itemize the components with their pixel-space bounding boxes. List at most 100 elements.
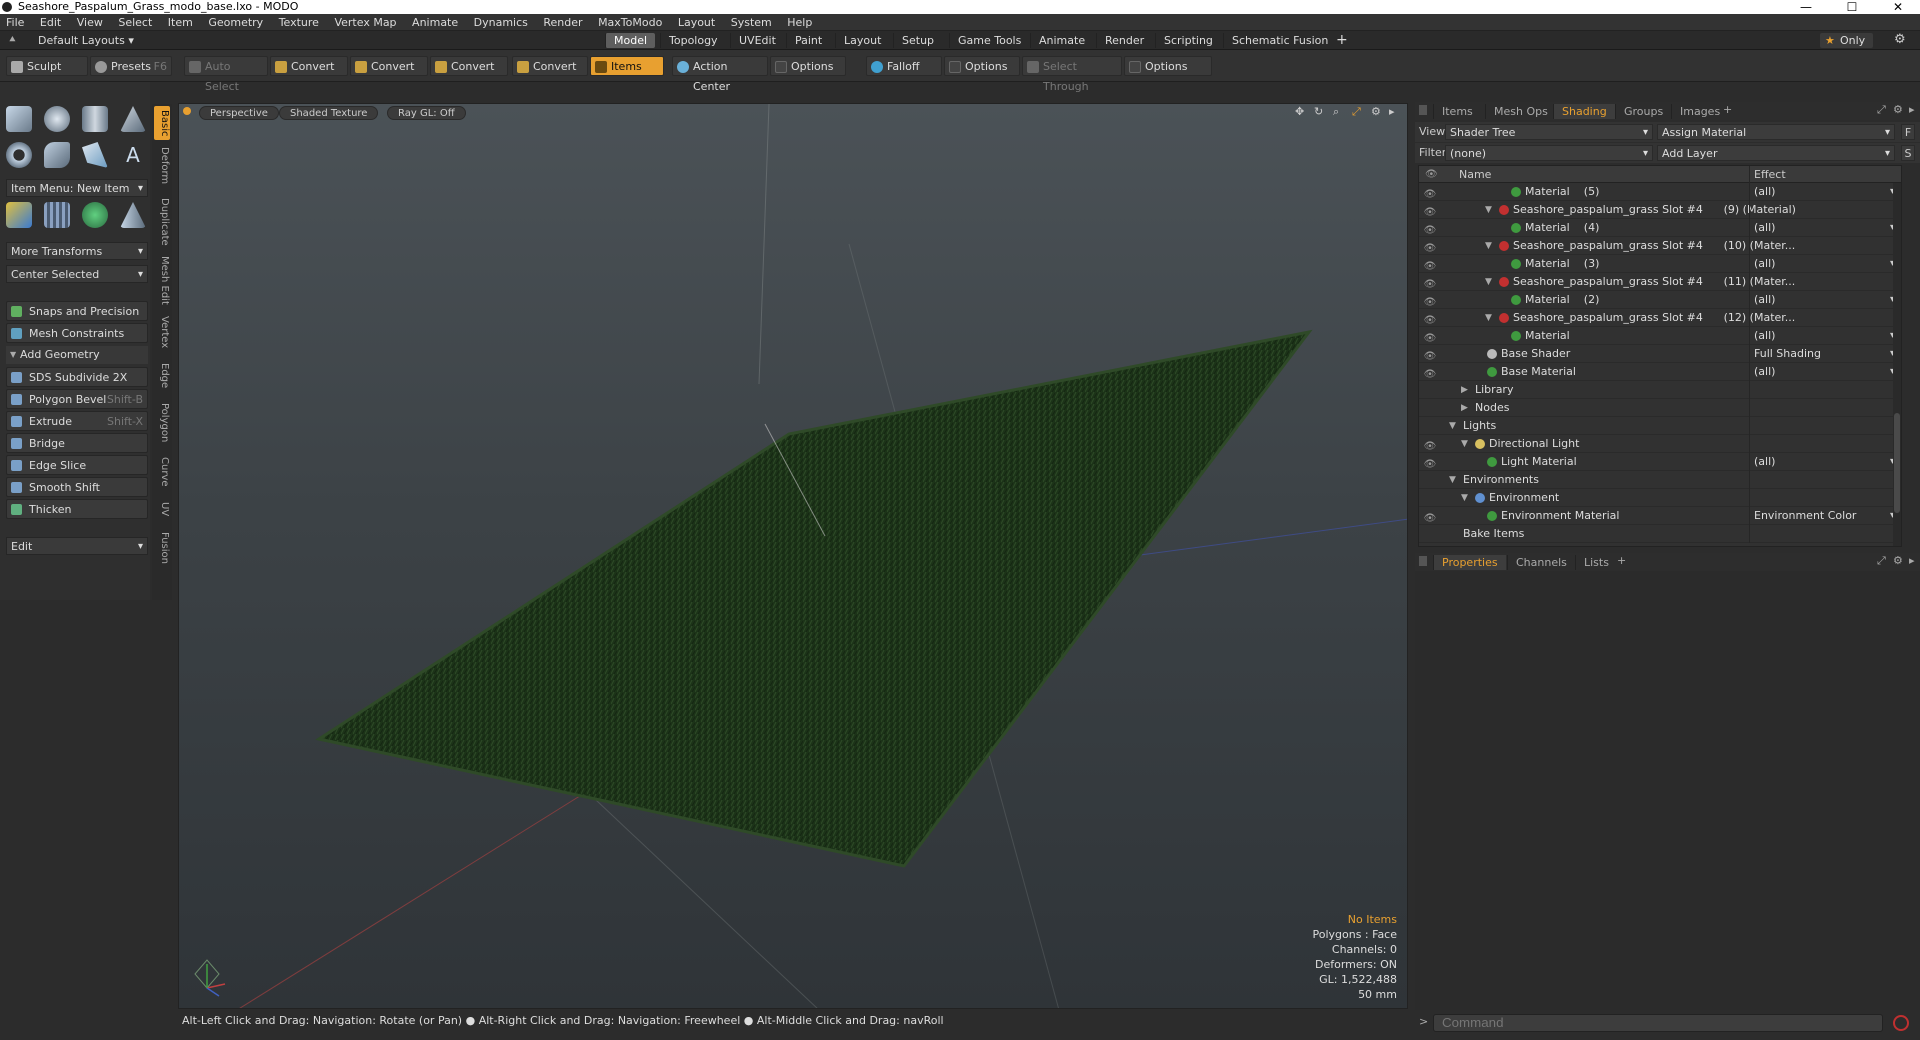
menu-select[interactable]: Select [112, 14, 158, 31]
select-through-button[interactable]: Select Through [1022, 56, 1122, 93]
tab-shading[interactable]: Shading [1553, 104, 1615, 119]
visibility-eye-icon[interactable]: 👁 [1423, 294, 1437, 308]
row-effect[interactable]: (all) [1749, 183, 1899, 201]
visibility-eye-icon[interactable]: 👁 [1423, 330, 1437, 344]
action-center-options-button[interactable]: Options [770, 56, 846, 76]
menu-help[interactable]: Help [781, 14, 818, 31]
row-effect[interactable]: (all) [1749, 453, 1899, 471]
shader-tree-row[interactable]: 👁 Base Material (all) [1419, 363, 1901, 381]
capsule-icon[interactable] [44, 142, 70, 168]
edge-slice-button[interactable]: Edge Slice [6, 455, 148, 475]
convert-button-1[interactable]: Convert [270, 56, 348, 76]
falloff-button[interactable]: Falloff [866, 56, 942, 76]
row-effect[interactable]: (all) [1749, 363, 1899, 381]
tab-properties[interactable]: Properties [1433, 555, 1506, 570]
auto-select-button[interactable]: Auto Select [184, 56, 268, 93]
menu-item[interactable]: Item [162, 14, 199, 31]
shader-tree-row[interactable]: 👁 Material (5) (all) [1419, 183, 1901, 201]
expand-triangle-icon[interactable]: ▶ [1461, 381, 1468, 399]
shader-tree-row[interactable]: ▼ Environments [1419, 471, 1901, 489]
s-button[interactable]: S [1901, 145, 1915, 161]
menu-maxtomodo[interactable]: MaxToModo [592, 14, 668, 31]
mesh-constraints-button[interactable]: Mesh Constraints [6, 323, 148, 343]
add-geometry-header[interactable]: ▼ Add Geometry [6, 346, 148, 364]
close-icon[interactable]: ✕ [1880, 0, 1916, 14]
menu-render[interactable]: Render [537, 14, 588, 31]
f-button[interactable]: F [1901, 124, 1915, 140]
expand-triangle-icon[interactable]: ▼ [1461, 489, 1468, 507]
add-layer-dropdown[interactable]: Add Layer [1657, 145, 1895, 162]
3d-viewport[interactable]: Perspective Shaded Texture Ray GL: Off ✥… [178, 103, 1408, 1009]
shader-tree-row[interactable]: 👁 Base Shader Full Shading [1419, 345, 1901, 363]
sculpt-button[interactable]: Sculpt [6, 56, 88, 76]
shader-tree-row[interactable]: 👁 ▼ Seashore_paspalum_grass Slot #4 (10) (M… [1419, 237, 1901, 255]
visibility-eye-icon[interactable]: 👁 [1423, 222, 1437, 236]
row-effect[interactable]: (all) [1749, 291, 1899, 309]
cone-icon[interactable] [120, 106, 146, 132]
layout-arrow-icon[interactable]: ⯅ [8, 33, 17, 47]
expand-triangle-icon[interactable]: ▼ [1485, 201, 1492, 219]
tab-items[interactable]: Items [1433, 104, 1481, 119]
tab-animate[interactable]: Animate [1030, 33, 1093, 48]
row-effect[interactable]: Environment Color [1749, 507, 1899, 525]
panel-grip-icon[interactable] [1419, 556, 1427, 566]
add-layout-tab-icon[interactable]: + [1336, 32, 1348, 48]
item-menu-dropdown[interactable]: Item Menu: New Item [6, 179, 148, 198]
tab-channels[interactable]: Channels [1507, 555, 1575, 570]
shader-tree-row[interactable]: ▼ Environment [1419, 489, 1901, 507]
presets-button[interactable]: Presets F6 [90, 56, 172, 76]
visibility-eye-icon[interactable]: 👁 [1423, 348, 1437, 362]
menu-file[interactable]: File [0, 14, 30, 31]
expand-triangle-icon[interactable]: ▼ [1485, 309, 1492, 327]
tab-game-tools[interactable]: Game Tools [949, 33, 1029, 48]
grass-patch-mesh[interactable] [315, 329, 1313, 868]
row-effect[interactable]: (all) [1749, 327, 1899, 345]
column-effect[interactable]: Effect [1749, 166, 1786, 183]
menu-texture[interactable]: Texture [273, 14, 325, 31]
panel-gear-icon[interactable]: ⚙ [1893, 103, 1903, 116]
tab-images[interactable]: Images [1671, 104, 1728, 119]
panel-gear-icon[interactable]: ⚙ [1893, 554, 1903, 567]
tree-scrollbar[interactable] [1893, 183, 1901, 546]
vtab-deform[interactable]: Deform [154, 144, 170, 188]
action-center-button[interactable]: Action Center [672, 56, 768, 93]
text-icon[interactable]: A [120, 142, 146, 168]
visibility-eye-icon[interactable]: 👁 [1423, 510, 1437, 524]
torus-icon[interactable] [6, 142, 32, 168]
shader-tree-row[interactable]: 👁 Material (4) (all) [1419, 219, 1901, 237]
vtab-fusion[interactable]: Fusion [154, 528, 170, 568]
center-selected-dropdown[interactable]: Center Selected [6, 265, 148, 284]
visibility-eye-icon[interactable]: 👁 [1423, 204, 1437, 218]
menu-edit[interactable]: Edit [34, 14, 67, 31]
visibility-eye-icon[interactable]: 👁 [1423, 366, 1437, 380]
visibility-eye-icon[interactable]: 👁 [1423, 240, 1437, 254]
snaps-and-precision-button[interactable]: Snaps and Precision [6, 301, 148, 321]
shader-tree-row[interactable]: 👁 ▼ Seashore_paspalum_grass Slot #4 (9) (Ma… [1419, 201, 1901, 219]
visibility-eye-icon[interactable]: 👁 [1423, 276, 1437, 290]
vtab-basic[interactable]: Basic [154, 106, 170, 140]
tab-schematic-fusion[interactable]: Schematic Fusion [1223, 33, 1336, 48]
vtab-mesh-edit[interactable]: Mesh Edit [154, 254, 170, 306]
shader-tree-row[interactable]: 👁 Material (2) (all) [1419, 291, 1901, 309]
shader-tree-row[interactable]: 👁 Material (all) [1419, 327, 1901, 345]
menu-animate[interactable]: Animate [406, 14, 464, 31]
menu-geometry[interactable]: Geometry [202, 14, 269, 31]
tab-uvedit[interactable]: UVEdit [730, 33, 784, 48]
row-effect[interactable]: (all) [1749, 255, 1899, 273]
vtab-curve[interactable]: Curve [154, 454, 170, 490]
expand-triangle-icon[interactable]: ▼ [1461, 435, 1468, 453]
expand-triangle-icon[interactable]: ▼ [1449, 417, 1456, 435]
visibility-eye-icon[interactable]: 👁 [1423, 438, 1437, 452]
smooth-shift-button[interactable]: Smooth Shift [6, 477, 148, 497]
tab-lists[interactable]: Lists [1575, 555, 1617, 570]
globe-icon[interactable] [82, 202, 108, 228]
gear-icon[interactable]: ⚙ [1894, 32, 1906, 47]
assign-material-button[interactable]: Assign Material [1657, 124, 1895, 141]
falloff-options-button[interactable]: Options [944, 56, 1020, 76]
menu-dynamics[interactable]: Dynamics [468, 14, 534, 31]
shader-tree-row[interactable]: 👁 Material (3) (all) [1419, 255, 1901, 273]
visibility-eye-icon[interactable]: 👁 [1423, 186, 1437, 200]
shader-tree-row[interactable]: Bake Items [1419, 525, 1901, 543]
convert-button-2[interactable]: Convert [350, 56, 428, 76]
expand-triangle-icon[interactable]: ▼ [1485, 273, 1492, 291]
